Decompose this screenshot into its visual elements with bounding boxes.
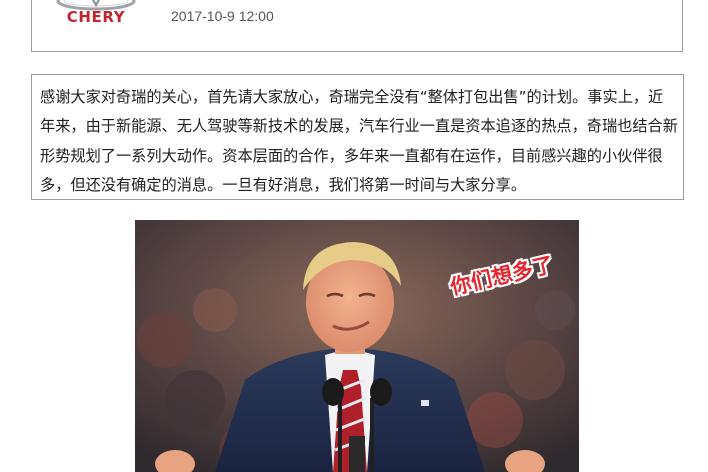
message-box: 感谢大家对奇瑞的关心，首先请大家放心，奇瑞完全没有“整体打包出售”的计划。事实上… — [31, 74, 684, 200]
chery-brand-name: CHERY — [66, 8, 126, 26]
meme-image: 你们想多了 — [135, 220, 579, 472]
post-date: 2017-10-9 12:00 — [171, 8, 274, 24]
message-text: 感谢大家对奇瑞的关心，首先请大家放心，奇瑞完全没有“整体打包出售”的计划。事实上… — [40, 88, 678, 195]
post-header-card: CHERY 2017-10-9 12:00 — [31, 0, 683, 52]
page: CHERY 2017-10-9 12:00 感谢大家对奇瑞的关心，首先请大家放心… — [0, 0, 708, 472]
